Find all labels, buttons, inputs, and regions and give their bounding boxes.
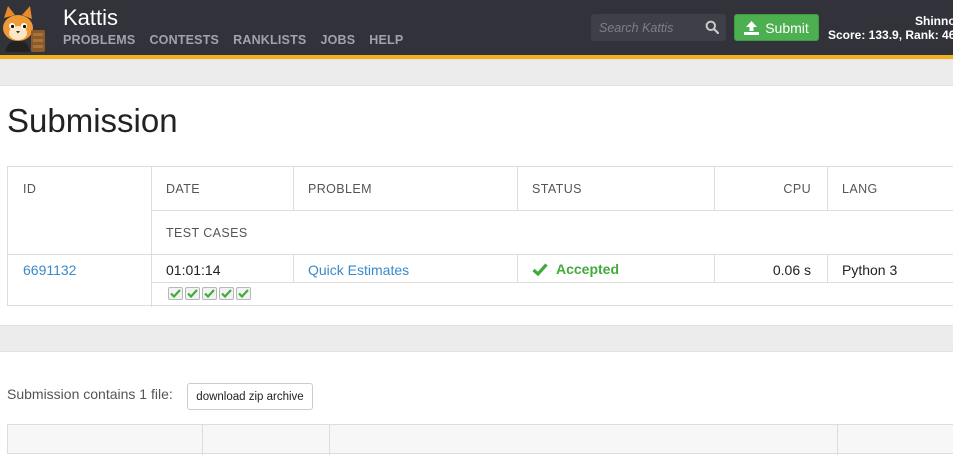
header-cpu: CPU bbox=[783, 182, 811, 196]
submission-id-link[interactable]: 6691132 bbox=[23, 262, 76, 278]
section-divider bbox=[0, 325, 953, 352]
main-nav: PROBLEMS CONTESTS RANKLISTS JOBS HELP bbox=[63, 33, 417, 47]
page-title: Submission bbox=[7, 102, 178, 139]
user-info[interactable]: Shinno Score: 133.9, Rank: 46 bbox=[828, 14, 953, 42]
test-case-result[interactable] bbox=[219, 287, 234, 300]
table-divider bbox=[517, 254, 518, 282]
check-icon bbox=[204, 289, 215, 298]
test-case-result[interactable] bbox=[202, 287, 217, 300]
submit-button[interactable]: Submit bbox=[734, 14, 819, 41]
status-badge: Accepted bbox=[532, 261, 619, 277]
table-divider bbox=[202, 425, 203, 455]
header-id: ID bbox=[23, 182, 37, 196]
header-problem: PROBLEM bbox=[308, 182, 372, 196]
user-name[interactable]: Shinno bbox=[828, 14, 953, 28]
file-summary: Submission contains 1 file: bbox=[7, 386, 173, 402]
table-divider bbox=[714, 167, 715, 210]
cpu-time: 0.06 s bbox=[772, 262, 811, 278]
table-divider bbox=[827, 254, 828, 282]
check-icon bbox=[238, 289, 249, 298]
table-divider bbox=[293, 254, 294, 282]
nav-link-contests[interactable]: CONTESTS bbox=[149, 33, 219, 47]
table-divider bbox=[837, 425, 838, 455]
header-status: STATUS bbox=[532, 182, 582, 196]
test-case-result[interactable] bbox=[168, 287, 183, 300]
language: Python 3 bbox=[842, 262, 898, 278]
test-case-results bbox=[168, 287, 253, 301]
header-test-cases: TEST CASES bbox=[166, 226, 248, 240]
check-icon bbox=[170, 289, 181, 298]
table-divider bbox=[329, 425, 330, 455]
table-divider bbox=[151, 282, 953, 283]
status-text: Accepted bbox=[556, 261, 620, 277]
nav-link-problems[interactable]: PROBLEMS bbox=[63, 33, 135, 47]
check-icon bbox=[187, 289, 198, 298]
problem-link[interactable]: Quick Estimates bbox=[308, 262, 409, 278]
user-stats: Score: 133.9, Rank: 46 bbox=[828, 28, 953, 42]
table-divider bbox=[151, 210, 953, 211]
header-lang: LANG bbox=[842, 182, 878, 196]
download-zip-button[interactable]: download zip archive bbox=[187, 383, 313, 410]
check-icon bbox=[532, 262, 548, 276]
table-divider bbox=[714, 254, 715, 282]
search-icon[interactable] bbox=[705, 20, 719, 34]
table-divider bbox=[827, 167, 828, 210]
search-input[interactable] bbox=[591, 14, 699, 41]
table-divider bbox=[517, 167, 518, 210]
file-table bbox=[7, 424, 953, 455]
brand-title[interactable]: Kattis bbox=[63, 5, 118, 31]
upload-icon bbox=[744, 20, 760, 35]
nav-link-ranklists[interactable]: RANKLISTS bbox=[233, 33, 306, 47]
nav-link-jobs[interactable]: JOBS bbox=[320, 33, 355, 47]
search-box bbox=[591, 14, 726, 41]
table-divider bbox=[8, 254, 953, 255]
test-case-result[interactable] bbox=[185, 287, 200, 300]
table-divider bbox=[151, 167, 152, 307]
test-case-result[interactable] bbox=[236, 287, 251, 300]
submission-date: 01:01:14 bbox=[166, 262, 221, 278]
nav-link-help[interactable]: HELP bbox=[369, 33, 403, 47]
table-divider bbox=[293, 167, 294, 210]
top-navbar: Kattis PROBLEMS CONTESTS RANKLISTS JOBS … bbox=[0, 0, 953, 59]
submission-table: ID DATE PROBLEM STATUS CPU LANG TEST CAS… bbox=[7, 166, 953, 307]
check-icon bbox=[221, 289, 232, 298]
submit-label: Submit bbox=[765, 19, 809, 36]
section-divider bbox=[0, 59, 953, 86]
header-date: DATE bbox=[166, 182, 201, 196]
kattis-cat-logo[interactable] bbox=[0, 4, 52, 52]
